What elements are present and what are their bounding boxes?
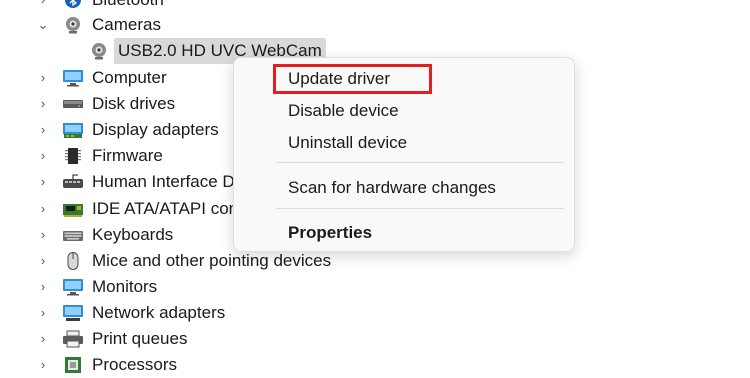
bluetooth-icon: [65, 0, 81, 8]
computer-icon: [63, 70, 83, 87]
tree-item-label: Cameras: [92, 15, 161, 34]
display-adapter-icon: [63, 123, 83, 138]
menu-divider: [276, 208, 564, 209]
chevron-right-icon[interactable]: ›: [36, 117, 50, 143]
keyboard-icon: [63, 231, 83, 241]
chevron-right-icon[interactable]: ›: [36, 274, 50, 300]
chevron-right-icon[interactable]: ›: [36, 248, 50, 274]
firmware-icon: [65, 148, 81, 164]
printer-icon: [63, 330, 83, 348]
tree-item-label: Human Interface D: [92, 172, 235, 191]
menu-divider: [276, 162, 564, 163]
mouse-icon: [67, 252, 79, 270]
tree-item-label: IDE ATA/ATAPI contr: [92, 199, 249, 218]
background-panel: [520, 258, 750, 375]
camera-icon: [66, 17, 80, 34]
chevron-right-icon[interactable]: ›: [36, 143, 50, 169]
disk-drive-icon: [63, 100, 83, 108]
tree-item-label: Processors: [92, 355, 178, 374]
chevron-down-icon[interactable]: ⌄: [36, 12, 50, 38]
chevron-right-icon[interactable]: ›: [36, 300, 50, 326]
tree-item-label: Disk drives: [92, 94, 176, 113]
chevron-right-icon[interactable]: ›: [36, 91, 50, 117]
menu-item-uninstall-device[interactable]: Uninstall device: [288, 129, 407, 157]
chevron-right-icon[interactable]: ›: [36, 352, 50, 378]
chevron-right-icon[interactable]: ›: [36, 169, 50, 195]
chevron-right-icon[interactable]: ›: [36, 222, 50, 248]
menu-item-disable-device[interactable]: Disable device: [288, 97, 399, 125]
tree-item-label: Computer: [92, 68, 167, 87]
menu-item-properties[interactable]: Properties: [288, 219, 372, 247]
menu-item-scan-hardware[interactable]: Scan for hardware changes: [288, 174, 496, 202]
tree-item-label: Monitors: [92, 277, 158, 296]
tree-item-label: Keyboards: [92, 225, 174, 244]
tree-item-label: Display adapters: [92, 120, 219, 139]
ide-controller-icon: [63, 204, 83, 217]
annotation-highlight: [273, 64, 432, 94]
network-adapter-icon: [63, 305, 83, 321]
monitor-icon: [63, 279, 83, 296]
tree-item-label: Firmware: [92, 146, 163, 165]
chevron-right-icon[interactable]: ›: [36, 326, 50, 352]
processor-icon: [65, 357, 81, 373]
tree-item-label: Print queues: [92, 329, 188, 348]
chevron-right-icon[interactable]: ›: [36, 196, 50, 222]
tree-item-label: Network adapters: [92, 303, 226, 322]
webcam-icon: [92, 43, 106, 60]
hid-icon: [63, 174, 83, 188]
chevron-right-icon[interactable]: ›: [36, 65, 50, 91]
